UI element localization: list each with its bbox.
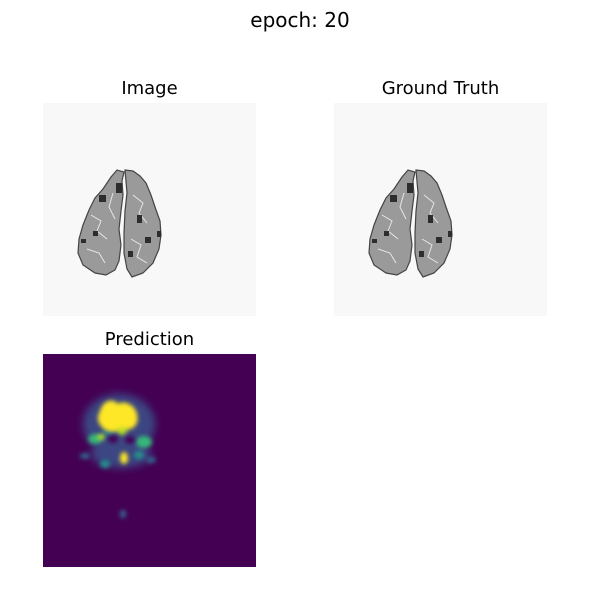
brain-scan-ground-truth [334, 103, 547, 316]
brain-scan-image [43, 103, 256, 316]
prediction-panel [43, 354, 256, 567]
figure-title: epoch: 20 [250, 8, 350, 32]
image-panel-title: Image [121, 78, 178, 99]
image-panel [43, 103, 256, 316]
ground-truth-panel [334, 103, 547, 316]
prediction-heatmap [43, 354, 256, 567]
prediction-panel-title: Prediction [104, 329, 195, 350]
ground-truth-panel-title: Ground Truth [381, 78, 500, 99]
